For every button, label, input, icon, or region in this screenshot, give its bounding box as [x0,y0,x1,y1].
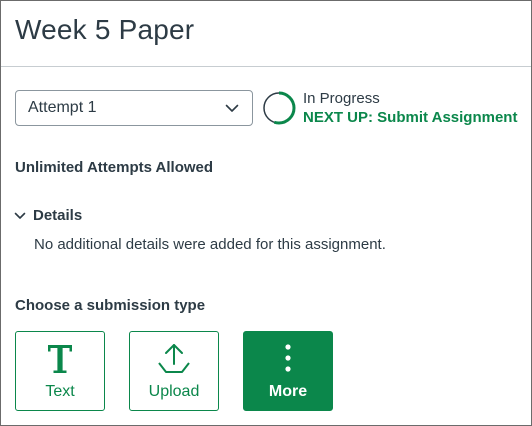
chevron-down-icon [13,209,27,223]
text-submission-label: Text [45,383,75,400]
assignment-panel: Week 5 Paper Attempt 1 In Progress NEXT … [0,0,532,426]
details-toggle[interactable]: Details [13,207,82,224]
attempts-allowed: Unlimited Attempts Allowed [15,159,214,176]
page-title: Week 5 Paper [15,14,195,45]
text-t-icon [16,340,104,378]
submission-type-heading: Choose a submission type [15,297,206,314]
upload-submission-button[interactable]: Upload [129,331,219,411]
progress-ring-icon [262,91,296,125]
upload-icon [130,340,218,378]
more-submission-button[interactable]: More [243,331,333,411]
chevron-down-icon [224,100,240,116]
text-submission-button[interactable]: Text [15,331,105,411]
attempt-status: In Progress [303,90,380,107]
attempt-select-value: Attempt 1 [28,99,97,116]
upload-submission-label: Upload [148,383,200,400]
next-up-link[interactable]: NEXT UP: Submit Assignment [303,109,517,127]
title-divider [1,66,531,67]
attempt-select[interactable]: Attempt 1 [15,90,253,126]
more-vertical-icon [244,340,332,378]
details-body: No additional details were added for thi… [34,236,386,253]
details-toggle-label: Details [33,207,83,224]
more-submission-label: More [268,383,308,400]
